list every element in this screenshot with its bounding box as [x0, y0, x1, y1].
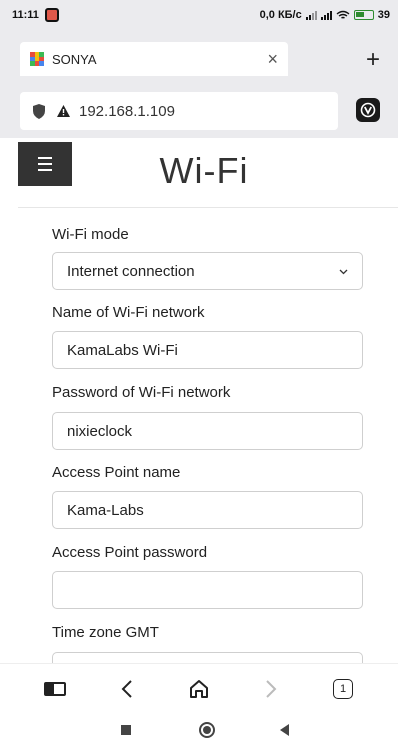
network-speed: 0,0 КБ/с	[259, 9, 302, 21]
tab-bar: SONYA × +	[0, 30, 398, 86]
signal-icon	[305, 10, 317, 20]
wifi-mode-select[interactable]: Internet connection	[52, 252, 363, 290]
network-name-label: Name of Wi-Fi network	[52, 304, 205, 321]
forward-arrow-icon	[266, 680, 277, 698]
new-tab-icon[interactable]: +	[366, 46, 380, 74]
back-arrow-icon	[121, 680, 132, 698]
url-field[interactable]: 192.168.1.109	[20, 92, 338, 130]
tab-count: 1	[333, 679, 353, 699]
timezone-input[interactable]	[52, 652, 363, 663]
address-bar: 192.168.1.109	[0, 86, 398, 138]
network-name-input[interactable]: KamaLabs Wi-Fi	[52, 331, 363, 369]
home-circle-icon[interactable]	[199, 722, 215, 738]
url-text: 192.168.1.109	[79, 102, 175, 120]
favicon-icon	[30, 52, 44, 66]
ap-name-label: Access Point name	[52, 464, 181, 481]
network-password-value: nixieclock	[67, 422, 133, 440]
ap-password-input[interactable]	[52, 571, 363, 609]
page-header: Wi-Fi	[0, 138, 398, 208]
vivaldi-menu-icon[interactable]	[356, 98, 380, 122]
panel-icon	[44, 682, 66, 696]
home-button[interactable]	[184, 674, 214, 704]
timezone-label: Time zone GMT	[52, 624, 159, 641]
browser-bottom-toolbar: 1	[0, 663, 398, 713]
browser-tab[interactable]: SONYA ×	[20, 42, 288, 76]
wifi-mode-label: Wi-Fi mode	[52, 226, 129, 243]
home-icon	[190, 680, 208, 698]
page-title: Wi-Fi	[159, 150, 249, 191]
close-tab-icon[interactable]: ×	[267, 49, 278, 70]
status-bar: 11:11 0,0 КБ/с 39	[0, 0, 398, 30]
system-navigation-bar	[0, 713, 398, 747]
tab-switcher-button[interactable]: 1	[328, 674, 358, 704]
warning-icon	[57, 105, 70, 117]
ap-name-input[interactable]: Kama-Labs	[52, 491, 363, 529]
battery-level: 39	[377, 9, 390, 21]
battery-icon	[353, 10, 374, 20]
signal-icon-2	[320, 10, 332, 20]
panel-toggle-button[interactable]	[40, 674, 70, 704]
ap-password-label: Access Point password	[52, 544, 208, 561]
network-name-value: KamaLabs Wi-Fi	[67, 341, 178, 359]
shield-icon[interactable]	[32, 103, 46, 120]
network-password-input[interactable]: nixieclock	[52, 412, 363, 450]
system-back-icon[interactable]	[278, 723, 290, 737]
wifi-icon	[336, 10, 350, 19]
ap-name-value: Kama-Labs	[67, 501, 144, 519]
tab-title: SONYA	[52, 51, 97, 67]
network-password-label: Password of Wi-Fi network	[52, 384, 231, 401]
wifi-mode-value: Internet connection	[67, 262, 195, 280]
wifi-settings-form: Wi-Fi mode Internet connection Name of W…	[0, 208, 398, 663]
back-button[interactable]	[112, 674, 142, 704]
status-time: 11:11	[12, 9, 39, 21]
forward-button[interactable]	[256, 674, 286, 704]
notification-icon	[44, 8, 59, 22]
recents-icon[interactable]	[121, 725, 131, 735]
status-indicators: 0,0 КБ/с 39	[260, 9, 390, 21]
chevron-down-icon	[339, 269, 348, 274]
